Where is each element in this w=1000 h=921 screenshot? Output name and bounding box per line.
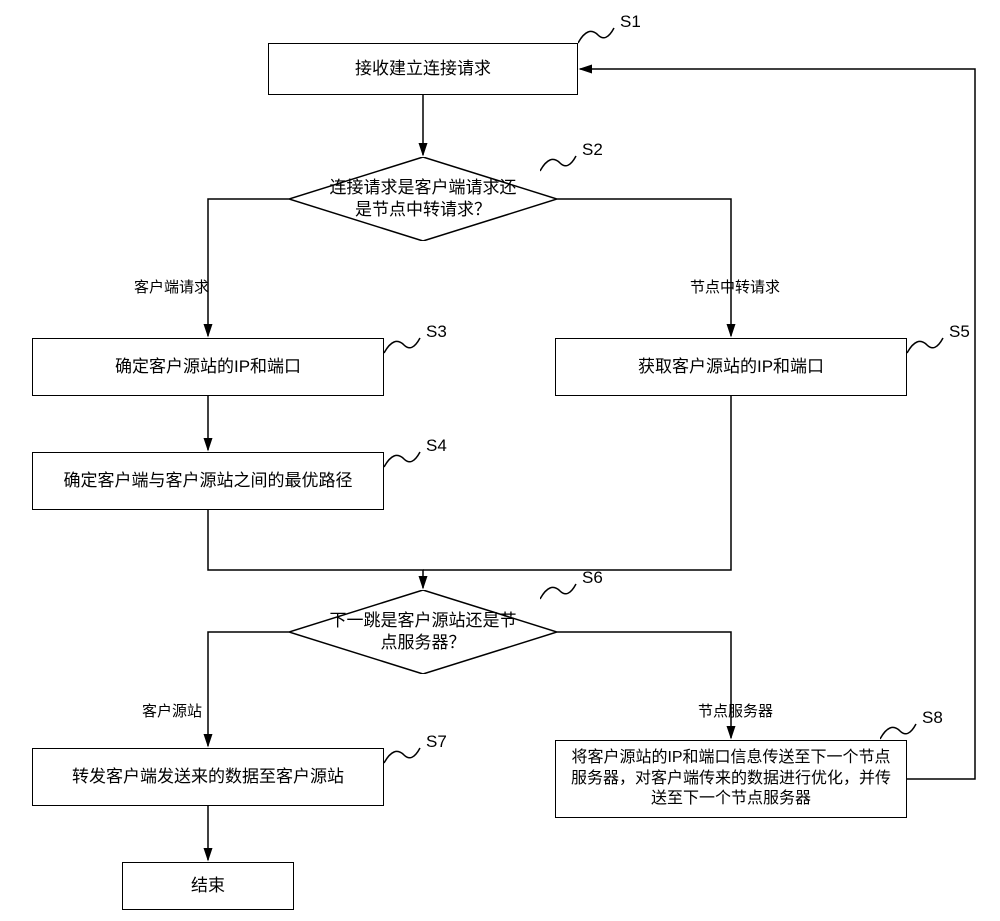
leader-s2 (540, 148, 580, 178)
label-s2: S2 (582, 140, 603, 160)
node-s4: 确定客户端与客户源站之间的最优路径 (32, 452, 384, 510)
node-s8-text: 将客户源站的IP和端口信息传送至下一个节点服务器，对客户端传来的数据进行优化，并… (564, 748, 898, 810)
label-s4: S4 (426, 436, 447, 456)
edge-label-s6-right: 节点服务器 (698, 700, 773, 721)
node-s4-text: 确定客户端与客户源站之间的最优路径 (64, 470, 353, 492)
node-end-text: 结束 (191, 875, 225, 897)
node-s7-text: 转发客户端发送来的数据至客户源站 (72, 766, 344, 788)
leader-s7 (384, 740, 424, 770)
node-s5: 获取客户源站的IP和端口 (555, 338, 907, 396)
edge-label-s2-right: 节点中转请求 (690, 276, 780, 297)
node-s1-text: 接收建立连接请求 (355, 58, 491, 80)
leader-s8 (880, 716, 920, 746)
edge-label-s2-left: 客户端请求 (134, 276, 209, 297)
label-s6: S6 (582, 568, 603, 588)
label-s7: S7 (426, 732, 447, 752)
node-s3: 确定客户源站的IP和端口 (32, 338, 384, 396)
leader-s5 (907, 330, 947, 360)
node-end: 结束 (122, 862, 294, 910)
leader-s4 (384, 444, 424, 474)
label-s8: S8 (922, 708, 943, 728)
node-s6-text: 下一跳是客户源站还是节点服务器？ (329, 610, 517, 654)
leader-s6 (540, 576, 580, 606)
label-s3: S3 (426, 322, 447, 342)
label-s5: S5 (949, 322, 970, 342)
node-s7: 转发客户端发送来的数据至客户源站 (32, 748, 384, 806)
label-s1: S1 (620, 12, 641, 32)
node-s1: 接收建立连接请求 (268, 43, 578, 95)
edge-label-s6-left: 客户源站 (142, 700, 202, 721)
leader-s1 (578, 20, 618, 50)
node-s2-text: 连接请求是客户端请求还是节点中转请求？ (329, 177, 517, 221)
leader-s3 (384, 330, 424, 360)
node-s8: 将客户源站的IP和端口信息传送至下一个节点服务器，对客户端传来的数据进行优化，并… (555, 740, 907, 818)
node-s2: 连接请求是客户端请求还是节点中转请求？ (289, 157, 557, 241)
node-s6: 下一跳是客户源站还是节点服务器？ (289, 590, 557, 674)
node-s5-text: 获取客户源站的IP和端口 (638, 356, 824, 378)
node-s3-text: 确定客户源站的IP和端口 (115, 356, 301, 378)
